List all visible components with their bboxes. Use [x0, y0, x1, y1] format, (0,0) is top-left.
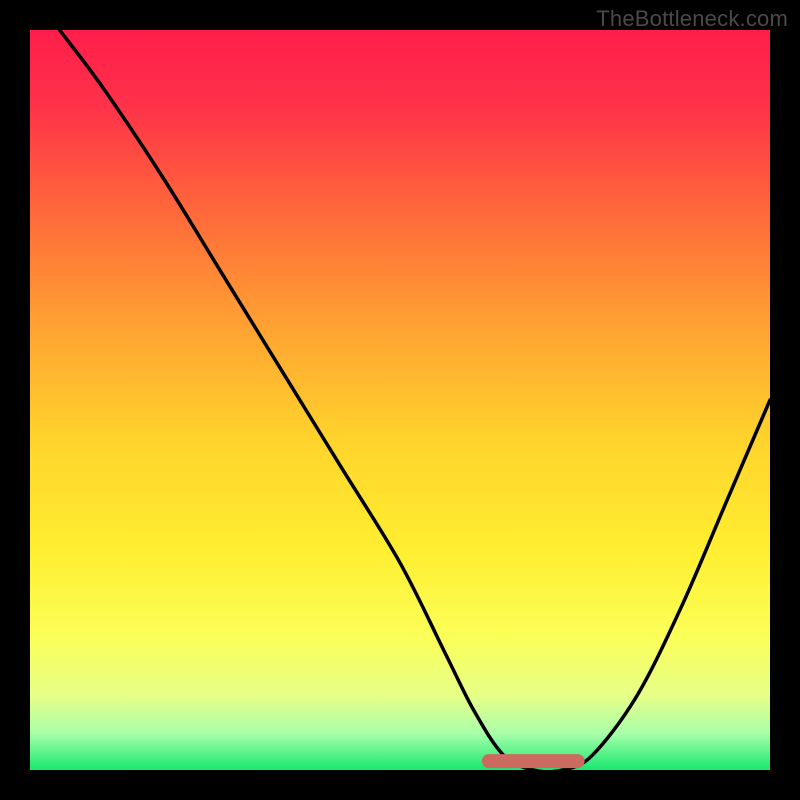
curve-line [60, 30, 770, 770]
chart-area [30, 30, 770, 770]
bottleneck-curve [30, 30, 770, 770]
watermark-text: TheBottleneck.com [596, 6, 788, 32]
